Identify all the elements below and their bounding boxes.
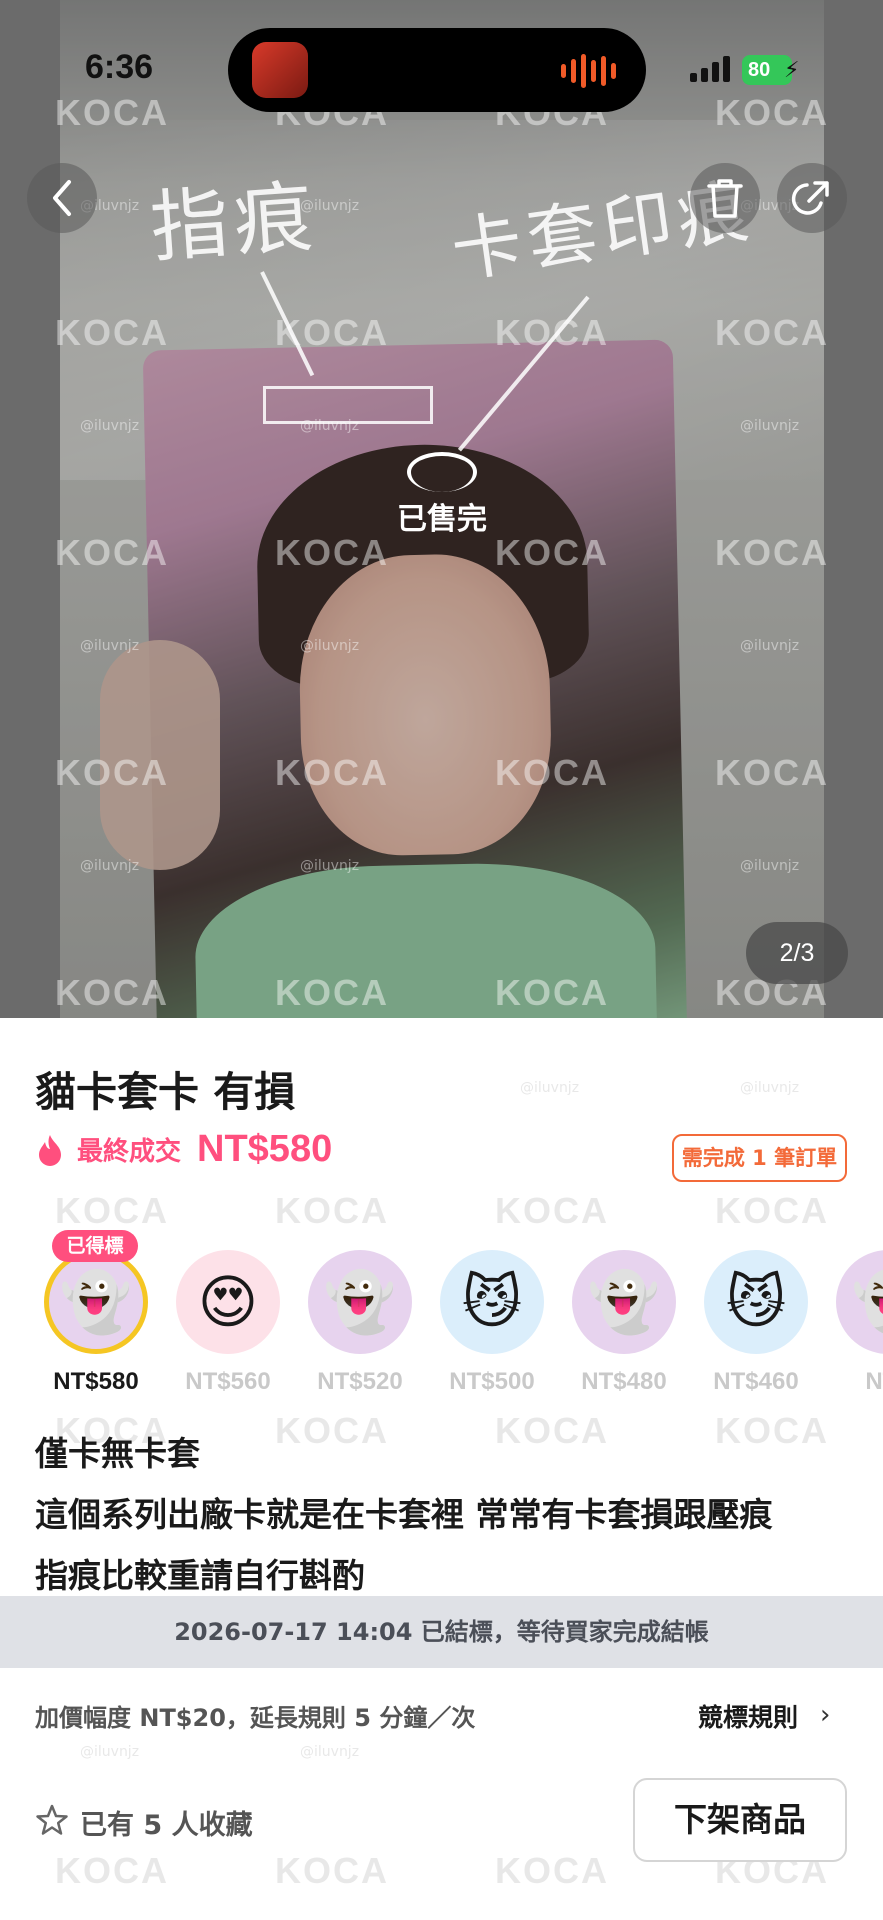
final-price-row: 最終成交 NT$580 xyxy=(35,1128,332,1171)
star-icon[interactable] xyxy=(35,1803,69,1837)
watermark-handle: @iluvnjz xyxy=(80,858,140,874)
watermark-handle: @iluvnjz xyxy=(740,1080,800,1096)
status-time: 6:36 xyxy=(85,48,154,86)
bid-amount: NT$500 xyxy=(449,1368,535,1395)
delete-button[interactable] xyxy=(690,163,760,233)
watermark: KOCA xyxy=(275,312,389,353)
final-price-label: 最終成交 xyxy=(77,1137,182,1167)
back-button[interactable] xyxy=(27,163,97,233)
bidding-rules-row[interactable]: 加價幅度 NT$20，延長規則 5 分鐘／次 競標規則 › xyxy=(0,1668,883,1758)
favorites-count: 已有 5 人收藏 xyxy=(80,1810,253,1841)
watermark: KOCA xyxy=(55,92,169,133)
flame-icon xyxy=(39,1134,61,1166)
listing-details: KOCA KOCA KOCA KOCA KOCA KOCA KOCA KOCA … xyxy=(0,1018,883,1920)
watermark: KOCA xyxy=(275,972,389,1013)
bid-amount: NT$520 xyxy=(317,1368,403,1395)
bidder-item[interactable]: 👻 NT$480 xyxy=(558,1208,690,1396)
watermark: KOCA xyxy=(495,752,609,793)
watermark-handle: @iluvnjz xyxy=(740,858,800,874)
sold-stamp-label: 已售完 xyxy=(397,502,487,537)
bid-amount: NT$560 xyxy=(185,1368,271,1395)
chevron-right-icon: › xyxy=(820,1700,831,1730)
watermark: KOCA xyxy=(495,532,609,573)
bidder-item[interactable]: 👻 NT$ xyxy=(822,1208,883,1396)
bidder-avatar: 👻 xyxy=(308,1250,412,1354)
watermark: KOCA xyxy=(275,532,389,573)
bid-amount: NT$ xyxy=(865,1368,883,1395)
trash-icon xyxy=(707,179,743,218)
watermark: KOCA xyxy=(55,312,169,353)
share-button[interactable] xyxy=(777,163,847,233)
cellular-signal-icon xyxy=(690,56,730,82)
bidder-item[interactable]: 😼 NT$500 xyxy=(426,1208,558,1396)
bidder-item[interactable]: 😼 NT$460 xyxy=(690,1208,822,1396)
watermark-handle: @iluvnjz xyxy=(300,198,360,214)
listing-title: 貓卡套卡 有損 xyxy=(35,1068,296,1116)
bidder-list[interactable]: 已得標 👻 NT$580 😍 NT$560 👻 NT$520 😼 NT$500 👻 NT$480 😼 N… xyxy=(0,1208,883,1398)
watermark: KOCA xyxy=(55,972,169,1013)
watermark-handle: @iluvnjz xyxy=(740,418,800,434)
image-page-counter: 2/3 xyxy=(746,922,848,984)
bidder-avatar: 😍 xyxy=(176,1250,280,1354)
watermark-handle: @iluvnjz xyxy=(740,638,800,654)
watermark-handle: @iluvnjz xyxy=(80,418,140,434)
chevron-left-icon xyxy=(53,180,71,216)
description-line: 僅卡無卡套 xyxy=(35,1434,200,1473)
bidder-avatar: 😼 xyxy=(440,1250,544,1354)
watermark: KOCA xyxy=(715,752,829,793)
watermark-handle: @iluvnjz xyxy=(300,418,360,434)
bid-amount: NT$460 xyxy=(713,1368,799,1395)
listing-description: 僅卡無卡套 這個系列出廠卡就是在卡套裡 常常有卡套損跟壓痕 指痕比較重請自行斟酌 xyxy=(35,1423,855,1606)
watermark-handle: @iluvnjz xyxy=(80,638,140,654)
watermark: KOCA xyxy=(715,312,829,353)
watermark: KOCA xyxy=(495,312,609,353)
description-line: 這個系列出廠卡就是在卡套裡 常常有卡套損跟壓痕 xyxy=(35,1495,773,1534)
bidder-item[interactable]: 😍 NT$560 xyxy=(162,1208,294,1396)
unlist-product-button[interactable]: 下架商品 xyxy=(633,1778,847,1862)
winner-badge: 已得標 xyxy=(52,1230,138,1262)
bid-amount: NT$580 xyxy=(53,1368,139,1395)
watermark: KOCA xyxy=(715,92,829,133)
watermark-handle: @iluvnjz xyxy=(520,1080,580,1096)
bidder-avatar: 👻 xyxy=(44,1250,148,1354)
watermark: KOCA xyxy=(715,532,829,573)
bidder-avatar: 😼 xyxy=(704,1250,808,1354)
bidder-item[interactable]: 👻 NT$520 xyxy=(294,1208,426,1396)
bidder-avatar: 👻 xyxy=(836,1250,883,1354)
bid-increment-text: 加價幅度 NT$20，延長規則 5 分鐘／次 xyxy=(35,1704,476,1732)
bidder-avatar: 👻 xyxy=(572,1250,676,1354)
sold-stamp-ring-icon xyxy=(407,452,477,492)
bidding-rules-link[interactable]: 競標規則 xyxy=(698,1698,798,1734)
final-price-value: NT$580 xyxy=(197,1128,333,1170)
action-bar: 已有 5 人收藏 下架商品 xyxy=(0,1758,883,1920)
watermark-handle: @iluvnjz xyxy=(300,638,360,654)
annotation-fingerprint: 指痕 xyxy=(147,172,322,274)
bid-amount: NT$480 xyxy=(581,1368,667,1395)
audio-waveform-icon xyxy=(561,54,616,88)
charging-bolt-icon: ⚡ xyxy=(784,58,800,83)
auction-ended-notice: 2026-07-17 14:04 已結標，等待買家完成結帳 xyxy=(0,1596,883,1668)
watermark: KOCA xyxy=(495,972,609,1013)
watermark: KOCA xyxy=(275,752,389,793)
now-playing-artwork xyxy=(252,42,308,98)
product-image-carousel[interactable]: 指痕 卡套印痕 已售完 KOCA KOCA KOCA KOCA KOCA KOC… xyxy=(0,0,883,1018)
share-icon xyxy=(791,181,829,215)
watermark: KOCA xyxy=(55,752,169,793)
watermark-handle: @iluvnjz xyxy=(300,858,360,874)
dynamic-island xyxy=(228,28,646,112)
watermark: KOCA xyxy=(55,532,169,573)
sold-out-stamp: 已售完 xyxy=(392,452,492,552)
bidder-item[interactable]: 已得標 👻 NT$580 xyxy=(30,1208,162,1396)
order-requirement-badge: 需完成 1 筆訂單 xyxy=(672,1134,847,1182)
